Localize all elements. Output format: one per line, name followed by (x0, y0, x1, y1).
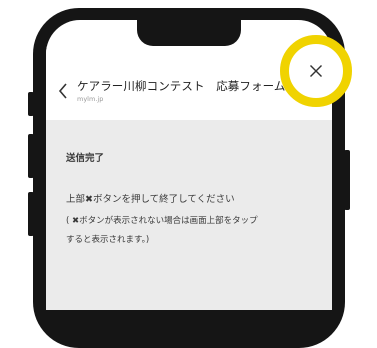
note-line-1: ( ✖ボタンが表示されない場合は画面上部をタップ (66, 216, 258, 226)
page-domain: mylm.jp (77, 95, 104, 103)
close-icon (310, 65, 322, 77)
completion-message-area: 送信完了 上部✖ボタンを押して終了してください ( ✖ボタンが表示されない場合は… (46, 120, 332, 310)
completion-heading: 送信完了 (66, 153, 105, 164)
note-line-2: すると表示されます。) (66, 235, 150, 245)
phone-notch (137, 20, 241, 46)
close-instruction-text: 上部✖ボタンを押して終了してください (66, 194, 235, 205)
phone-volume-up-button (28, 134, 34, 178)
phone-volume-down-button (28, 192, 34, 236)
chevron-left-icon[interactable] (58, 82, 68, 100)
phone-mute-switch (28, 92, 34, 116)
close-button[interactable] (280, 35, 352, 107)
close-button-note: ( ✖ボタンが表示されない場合は画面上部をタップ すると表示されます。) (66, 212, 328, 250)
phone-power-button (344, 150, 350, 210)
page-title: ケアラー川柳コンテスト 応募フォーム (77, 79, 286, 93)
